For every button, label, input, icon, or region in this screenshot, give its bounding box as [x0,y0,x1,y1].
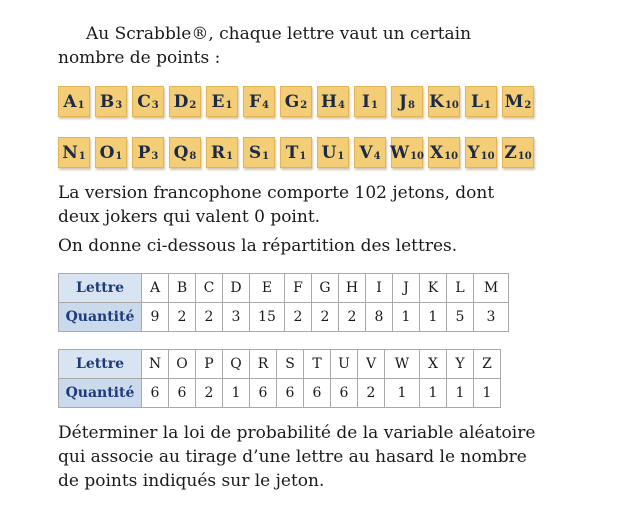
quantity-cell: 6 [330,378,358,408]
quantity-cell: 6 [168,378,196,408]
letter-cell: O [168,349,196,379]
quantity-cell: 1 [222,378,250,408]
quantity-cell: 6 [303,378,331,408]
table-row: Quantité 6 6 2 1 6 6 6 6 2 1 1 1 1 [58,378,501,408]
letter-cell: H [338,273,366,303]
quantity-cell: 1 [384,378,420,408]
letter-cell: Y [446,349,474,379]
intro-paragraph: Au Scrabble®, chaque lettre vaut un cert… [58,24,472,68]
letter-tile: K 10 [428,86,460,117]
letter-cell: T [303,349,331,379]
letter-cell: J [392,273,420,303]
row-header: Lettre [58,273,142,303]
letter-cell: I [365,273,393,303]
quantity-cell: 5 [446,302,474,332]
letter-cell: C [195,273,223,303]
letter-tile: V4 [354,137,386,168]
letter-tile: S1 [243,137,275,168]
letter-cell: N [141,349,169,379]
letter-cell: Q [222,349,250,379]
letter-tile: A1 [58,86,90,117]
letter-cell: Z [473,349,501,379]
quantity-cell: 6 [276,378,304,408]
quantity-cell: 8 [365,302,393,332]
letter-tile: R1 [206,137,238,168]
table-row: Lettre A B C D E F G H I J K L M [58,273,509,303]
distribution-table-a-m: Lettre A B C D E F G H I J K L M Quantit… [58,273,509,332]
quantity-cell: 2 [195,302,223,332]
distribution-table-n-z: Lettre N O P Q R S T U V W X Y Z Quantit… [58,349,501,408]
row-header: Quantité [58,302,142,332]
letter-cell: X [419,349,447,379]
letter-tile: W 10 [390,137,424,168]
letter-tile: Y 10 [465,137,497,168]
letter-cell: U [330,349,358,379]
letter-tile: C3 [132,86,164,117]
letter-cell: V [357,349,385,379]
letter-tile: U1 [317,137,349,168]
quantity-cell: 3 [222,302,250,332]
quantity-cell: 1 [446,378,474,408]
quantity-cell: 1 [392,302,420,332]
letter-tile: L1 [465,86,497,117]
letter-cell: A [141,273,169,303]
table-row: Quantité 9 2 2 3 15 2 2 2 8 1 1 5 3 [58,302,509,332]
letter-tile: F4 [243,86,275,117]
letter-cell: R [249,349,277,379]
question-paragraph: Déterminer la loi de probabilité de la v… [58,423,536,491]
letter-cell: L [446,273,474,303]
quantity-cell: 1 [419,302,447,332]
letter-tile: N1 [58,137,90,168]
quantity-cell: 3 [473,302,509,332]
quantity-cell: 2 [284,302,312,332]
letter-cell: S [276,349,304,379]
tiles-row-2: N1 O1 P3 Q8 R1 S1 T1 U1 V4 W 10 X 10 Y 10 Z… [58,137,534,168]
quantity-cell: 9 [141,302,169,332]
letter-cell: W [384,349,420,379]
letter-tile: E1 [206,86,238,117]
letter-cell: P [195,349,223,379]
letter-tile: M2 [502,86,534,117]
letter-cell: E [249,273,285,303]
letter-tile: T1 [280,137,312,168]
quantity-cell: 15 [249,302,285,332]
quantity-cell: 2 [357,378,385,408]
quantity-cell: 2 [195,378,223,408]
letter-tile: Q8 [169,137,201,168]
quantity-cell: 2 [311,302,339,332]
letter-cell: D [222,273,250,303]
letter-tile: G2 [280,86,312,117]
quantity-cell: 1 [419,378,447,408]
quantity-cell: 6 [141,378,169,408]
letter-tile: X 10 [428,137,460,168]
letter-tile: D2 [169,86,201,117]
letter-cell: G [311,273,339,303]
row-header: Quantité [58,378,142,408]
letter-cell: B [168,273,196,303]
table-row: Lettre N O P Q R S T U V W X Y Z [58,349,501,379]
letter-tile: O1 [95,137,127,168]
repartition-paragraph: On donne ci-dessous la répartition des l… [58,236,458,256]
letter-tile: P3 [132,137,164,168]
letter-tile: B3 [95,86,127,117]
letter-tile: Z 10 [502,137,534,168]
jetons-paragraph: La version francophone comporte 102 jeto… [58,183,495,227]
letter-tile: J8 [391,86,423,117]
quantity-cell: 2 [168,302,196,332]
letter-cell: M [473,273,509,303]
letter-cell: F [284,273,312,303]
tiles-row-1: A1 B3 C3 D2 E1 F4 G2 H4 I1 J8 K 10 L1 M2 [58,86,534,117]
quantity-cell: 2 [338,302,366,332]
letter-tile: I1 [354,86,386,117]
quantity-cell: 1 [473,378,501,408]
quantity-cell: 6 [249,378,277,408]
letter-cell: K [419,273,447,303]
letter-tile: H4 [317,86,349,117]
row-header: Lettre [58,349,142,379]
